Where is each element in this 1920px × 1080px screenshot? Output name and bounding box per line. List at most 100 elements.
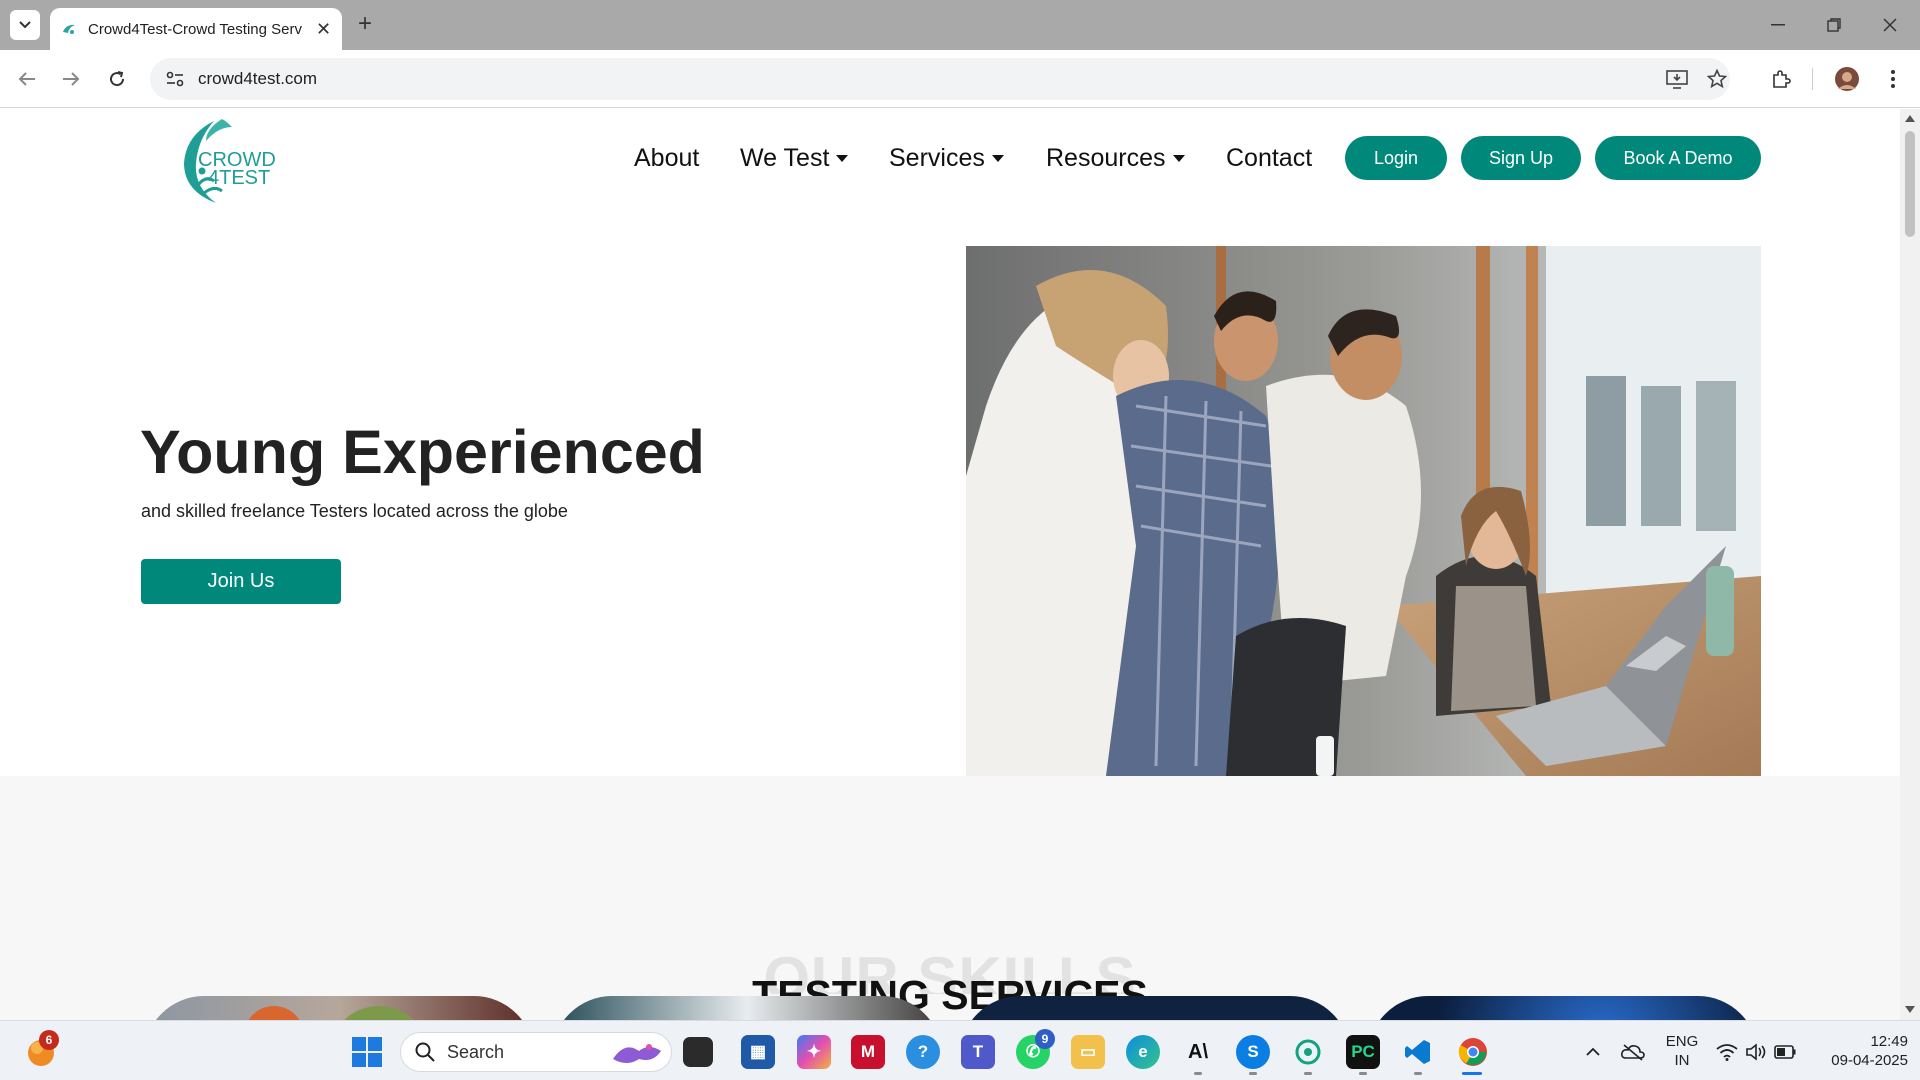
restore-button[interactable] xyxy=(1806,0,1862,50)
forward-button[interactable] xyxy=(56,64,86,94)
puzzle-icon xyxy=(1773,70,1791,88)
notification-badge: 6 xyxy=(39,1030,59,1050)
get-help-icon[interactable]: ? xyxy=(906,1035,940,1069)
chatgpt-icon[interactable] xyxy=(1291,1035,1325,1069)
join-us-button[interactable]: Join Us xyxy=(141,559,341,604)
nav-resources[interactable]: Resources xyxy=(1046,136,1185,180)
microsoft-store-icon[interactable]: ▦ xyxy=(741,1035,775,1069)
crowd4test-logo[interactable]: CROWD 4TEST xyxy=(176,115,286,205)
hero-team-photo xyxy=(966,246,1761,776)
mcafee-icon[interactable]: M xyxy=(851,1035,885,1069)
nav-contact-label[interactable]: Contact xyxy=(1226,144,1312,173)
tab-search-button[interactable] xyxy=(10,10,40,40)
address-toolbar: crowd4test.com xyxy=(0,50,1920,108)
hero-subtitle: and skilled freelance Testers located ac… xyxy=(141,501,568,521)
start-button[interactable] xyxy=(350,1035,384,1069)
chevron-up-icon xyxy=(1586,1047,1600,1056)
wifi-icon[interactable] xyxy=(1710,1035,1744,1069)
hero-title: Young Experienced xyxy=(140,418,705,486)
service-card-3[interactable] xyxy=(960,996,1350,1020)
skills-section: OUR SKILLS TESTING SERVICES xyxy=(0,776,1900,1020)
copilot-icon[interactable]: ✦ xyxy=(797,1035,831,1069)
url-text[interactable]: crowd4test.com xyxy=(198,69,317,89)
show-hidden-icons[interactable] xyxy=(1576,1035,1610,1069)
nav-contact[interactable]: Contact xyxy=(1226,136,1312,180)
web-page: CROWD 4TEST About We Test Services Resou… xyxy=(0,109,1900,1020)
nav-resources-label[interactable]: Resources xyxy=(1046,144,1166,173)
language-indicator[interactable]: ENG IN xyxy=(1660,1032,1704,1070)
search-highlight-icon xyxy=(613,1044,661,1063)
browser-menu-button[interactable] xyxy=(1878,64,1908,94)
vscode-icon[interactable] xyxy=(1401,1035,1435,1069)
chatgpt-knot-icon xyxy=(1295,1039,1321,1065)
scroll-down-arrow[interactable] xyxy=(1905,1006,1915,1013)
chrome-logo-icon xyxy=(1458,1038,1487,1066)
tab-close-icon[interactable]: ✕ xyxy=(316,19,331,40)
service-card-4[interactable] xyxy=(1368,996,1758,1020)
logo-text: CROWD 4TEST xyxy=(198,150,276,188)
language-line-1: ENG xyxy=(1665,1033,1699,1050)
chevron-down-icon xyxy=(19,21,31,29)
scrollbar-thumb[interactable] xyxy=(1905,131,1915,237)
service-card-1-image xyxy=(248,1006,414,1020)
edge-icon[interactable]: e xyxy=(1126,1035,1160,1069)
windows-taskbar: 6 Search ▦ ✦ M ? T ✆ 9 ▭ e A\ S PC ENG I… xyxy=(0,1020,1920,1080)
page-scrollbar[interactable] xyxy=(1900,109,1920,1020)
nav-about[interactable]: About xyxy=(634,136,699,180)
crowd4test-favicon xyxy=(63,24,75,34)
teams-icon[interactable]: T xyxy=(961,1035,995,1069)
reload-icon xyxy=(110,71,125,87)
scroll-up-arrow[interactable] xyxy=(1905,115,1915,122)
more-vert-icon xyxy=(1891,70,1895,88)
onedrive-icon[interactable] xyxy=(1616,1035,1650,1069)
book-demo-button[interactable]: Book A Demo xyxy=(1595,136,1761,180)
search-icon xyxy=(415,1042,435,1062)
whatsapp-badge: 9 xyxy=(1035,1029,1055,1049)
language-line-2: IN xyxy=(1674,1052,1690,1069)
nav-services-label[interactable]: Services xyxy=(889,144,985,173)
site-info-icon[interactable] xyxy=(164,68,186,90)
battery-icon[interactable] xyxy=(1768,1035,1802,1069)
pycharm-icon[interactable]: PC xyxy=(1346,1035,1380,1069)
bookmark-button[interactable] xyxy=(1702,64,1732,94)
service-card-2[interactable] xyxy=(552,996,942,1020)
clock-date: 09-04-2025 xyxy=(1831,1052,1908,1069)
close-window-button[interactable] xyxy=(1862,0,1918,50)
chrome-icon[interactable] xyxy=(1456,1035,1490,1069)
running-indicator xyxy=(1194,1072,1202,1075)
nav-about-label[interactable]: About xyxy=(634,144,699,173)
back-button[interactable] xyxy=(12,64,42,94)
avatar-icon xyxy=(1835,67,1859,91)
install-app-button[interactable] xyxy=(1662,64,1692,94)
new-tab-button[interactable]: + xyxy=(352,12,378,38)
extensions-button[interactable] xyxy=(1766,64,1796,94)
nav-we-test-label[interactable]: We Test xyxy=(740,144,829,173)
close-icon xyxy=(1883,18,1897,32)
team-photo-illustration xyxy=(966,246,1761,776)
file-explorer-icon[interactable]: ▭ xyxy=(1071,1035,1105,1069)
reload-button[interactable] xyxy=(102,64,132,94)
taskbar-search[interactable]: Search xyxy=(400,1032,672,1072)
active-tab[interactable]: Crowd4Test-Crowd Testing Serv ✕ xyxy=(50,8,342,50)
windows-logo-icon xyxy=(352,1037,382,1067)
omnibox[interactable]: crowd4test.com xyxy=(150,58,1730,100)
toolbar-divider xyxy=(1812,68,1813,90)
running-indicator xyxy=(1249,1072,1257,1075)
arrow-right-icon xyxy=(63,72,80,86)
minimize-button[interactable] xyxy=(1750,0,1806,50)
adobe-acrobat-icon[interactable]: A\ xyxy=(1181,1035,1215,1069)
login-button[interactable]: Login xyxy=(1345,136,1447,180)
clock[interactable]: 12:49 09-04-2025 xyxy=(1812,1032,1908,1070)
nav-we-test[interactable]: We Test xyxy=(740,136,849,180)
caret-down-icon xyxy=(991,154,1004,162)
speaker-icon xyxy=(1746,1043,1766,1061)
nav-services[interactable]: Services xyxy=(889,136,1004,180)
minimize-icon xyxy=(1771,24,1785,26)
service-card-1[interactable] xyxy=(144,996,534,1020)
skype-icon[interactable]: S xyxy=(1236,1035,1270,1069)
profile-avatar[interactable] xyxy=(1832,64,1862,94)
task-view-icon[interactable] xyxy=(683,1037,713,1067)
signup-button[interactable]: Sign Up xyxy=(1461,136,1581,180)
battery-level-icon xyxy=(1774,1045,1796,1059)
taskbar-search-label: Search xyxy=(447,1041,505,1062)
